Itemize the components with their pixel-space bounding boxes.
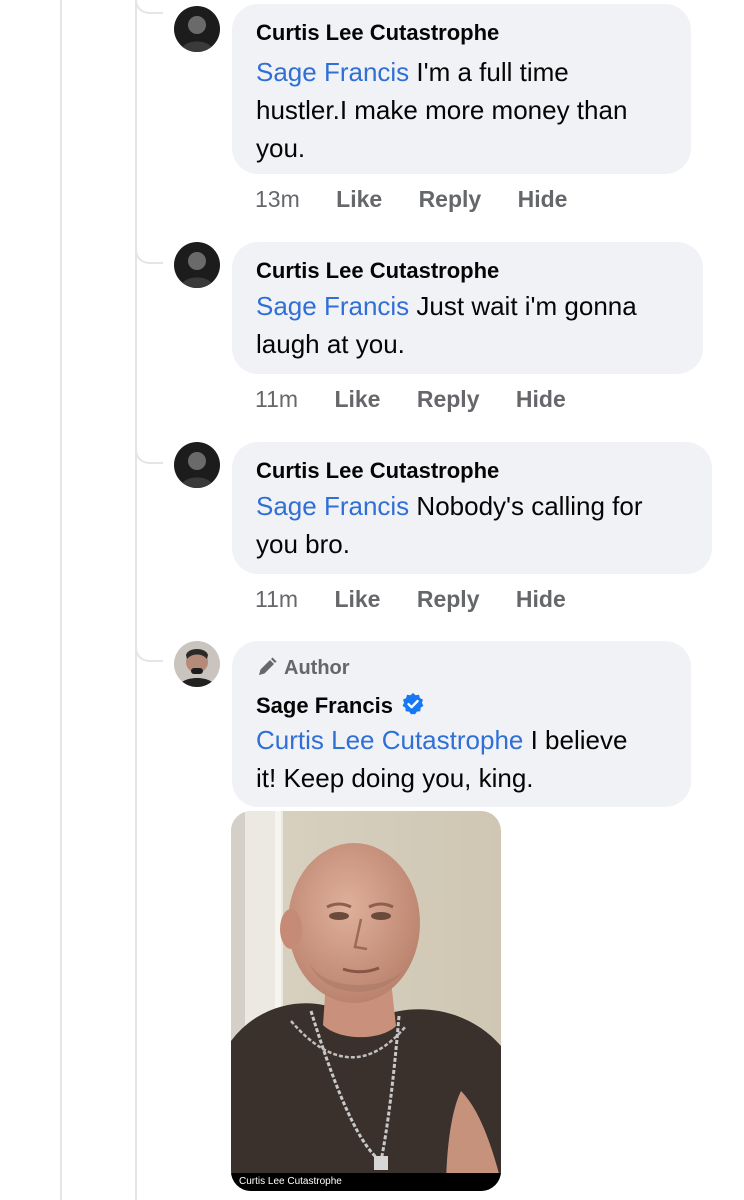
comment-text: Sage Francis I'm a full time hustler.I m… (256, 53, 627, 167)
avatar[interactable] (174, 242, 220, 288)
verified-badge-icon (401, 692, 425, 722)
author-badge-label: Author (284, 657, 350, 679)
comment-bubble: Author Sage Francis Curtis Lee Cutastrop… (232, 641, 691, 807)
comment-actions: 13m Like Reply Hide (255, 184, 567, 214)
comment-text-line: you bro. (256, 529, 350, 559)
comment-text-line: it! Keep doing you, king. (256, 763, 534, 793)
mention-link[interactable]: Sage Francis (256, 291, 409, 321)
hide-button[interactable]: Hide (516, 384, 566, 414)
thread-connector (135, 450, 163, 464)
reply-button[interactable]: Reply (417, 584, 480, 614)
thread-connector (135, 250, 163, 264)
comment-timestamp[interactable]: 13m (255, 184, 300, 214)
avatar[interactable] (174, 641, 220, 687)
comment-text: Sage Francis Nobody's calling for you br… (256, 487, 643, 563)
thread-line-outer (60, 0, 62, 1200)
comment-author-name: Sage Francis (256, 692, 425, 722)
hide-button[interactable]: Hide (518, 184, 568, 214)
mention-link[interactable]: Sage Francis (256, 491, 409, 521)
like-button[interactable]: Like (334, 384, 380, 414)
attached-photo[interactable]: Curtis Lee Cutastrophe (231, 811, 501, 1191)
comment-author-link[interactable]: Sage Francis (256, 693, 393, 718)
comment-bubble: Curtis Lee Cutastrophe Sage Francis I'm … (232, 4, 691, 174)
comment-text: Sage Francis Just wait i'm gonna laugh a… (256, 287, 637, 363)
comment-thread: Curtis Lee Cutastrophe Sage Francis I'm … (0, 0, 744, 1200)
comment-text-line: hustler.I make more money than (256, 95, 628, 125)
comment-text-line: I believe (523, 725, 628, 755)
reply-button[interactable]: Reply (419, 184, 482, 214)
hide-button[interactable]: Hide (516, 584, 566, 614)
avatar[interactable] (174, 6, 220, 52)
like-button[interactable]: Like (336, 184, 382, 214)
photo-caption: Curtis Lee Cutastrophe (231, 1173, 501, 1191)
comment-text-line: you. (256, 133, 306, 163)
comment-text-line: Just wait i'm gonna (409, 291, 637, 321)
mention-link[interactable]: Sage Francis (256, 57, 409, 87)
mention-link[interactable]: Curtis Lee Cutastrophe (256, 725, 523, 755)
comment-author-name[interactable]: Curtis Lee Cutastrophe (256, 458, 499, 484)
thread-connector (135, 0, 163, 14)
comment-text-line: laugh at you. (256, 329, 405, 359)
reply-button[interactable]: Reply (417, 384, 480, 414)
like-button[interactable]: Like (334, 584, 380, 614)
comment-timestamp[interactable]: 11m (255, 384, 298, 414)
comment-author-name[interactable]: Curtis Lee Cutastrophe (256, 258, 499, 284)
comment-actions: 11m Like Reply Hide (255, 384, 566, 414)
comment-text-line: Nobody's calling for (409, 491, 643, 521)
comment-author-name[interactable]: Curtis Lee Cutastrophe (256, 20, 499, 46)
avatar[interactable] (174, 442, 220, 488)
author-badge: Author (256, 655, 350, 681)
comment-text: Curtis Lee Cutastrophe I believe it! Kee… (256, 721, 627, 797)
thread-line-inner (135, 0, 137, 1200)
comment-actions: 11m Like Reply Hide (255, 584, 566, 614)
comment-text-line: I'm a full time (409, 57, 569, 87)
comment-timestamp[interactable]: 11m (255, 584, 298, 614)
thread-connector (135, 648, 163, 662)
comment-bubble: Curtis Lee Cutastrophe Sage Francis Nobo… (232, 442, 712, 574)
pencil-icon (259, 657, 277, 675)
comment-bubble: Curtis Lee Cutastrophe Sage Francis Just… (232, 242, 703, 374)
